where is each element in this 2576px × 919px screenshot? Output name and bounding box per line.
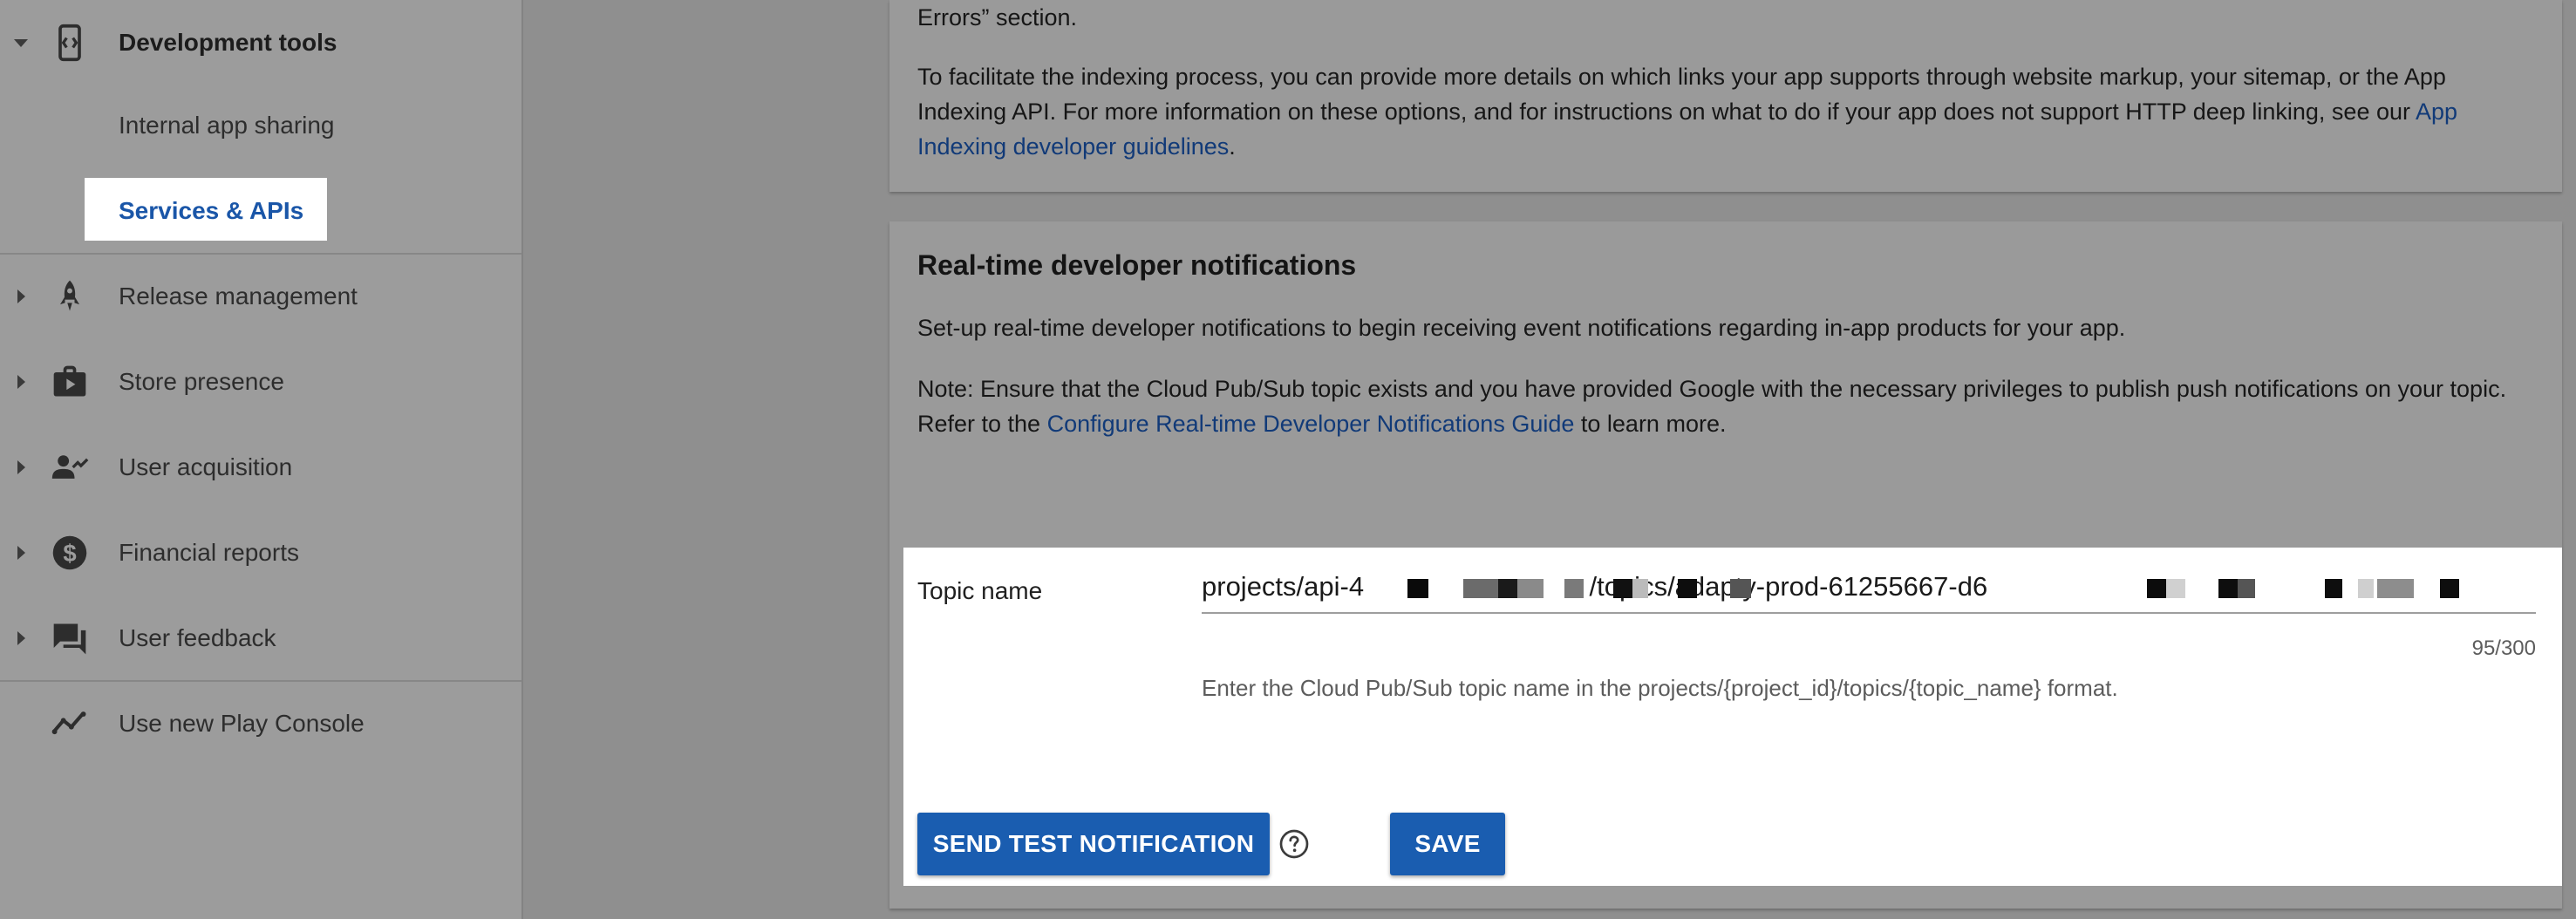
text-fragment: Errors” section. xyxy=(917,4,1078,31)
feedback-chat-icon xyxy=(49,617,91,659)
rtdn-guide-link[interactable]: Configure Real-time Developer Notificati… xyxy=(1047,411,1575,437)
topic-form-panel: Topic name 95/300 Enter the Cloud Pub/Su… xyxy=(903,548,2562,886)
rocket-icon xyxy=(49,276,91,317)
svg-text:$: $ xyxy=(63,540,76,567)
character-counter: 95/300 xyxy=(2471,636,2536,660)
sidebar: Development tools Internal app sharing S… xyxy=(0,0,523,919)
sidebar-item-label: Store presence xyxy=(119,368,284,395)
rtdn-note: Note: Ensure that the Cloud Pub/Sub topi… xyxy=(917,371,2527,441)
trending-line-icon xyxy=(49,703,91,745)
sidebar-item-label: Financial reports xyxy=(119,539,299,566)
sidebar-item-label: Release management xyxy=(119,283,358,310)
topic-name-label: Topic name xyxy=(917,577,1043,604)
app-indexing-card: Errors” section. To facilitate the index… xyxy=(889,0,2562,192)
store-bag-icon xyxy=(49,361,91,403)
sidebar-item-internal-app-sharing[interactable]: Internal app sharing xyxy=(119,112,335,140)
save-button[interactable]: SAVE xyxy=(1390,813,1505,875)
rtdn-title: Real-time developer notifications xyxy=(917,249,1357,281)
help-icon[interactable] xyxy=(1278,828,1310,860)
user-growth-icon xyxy=(49,446,91,488)
sidebar-item-store-presence[interactable]: Store presence xyxy=(0,339,521,425)
note-end: to learn more. xyxy=(1574,411,1727,437)
paragraph-end: . xyxy=(1229,133,1236,160)
sidebar-item-user-feedback[interactable]: User feedback xyxy=(0,596,521,681)
sidebar-item-label: Development tools xyxy=(119,29,337,56)
sidebar-item-label: Use new Play Console xyxy=(119,710,365,737)
app-indexing-paragraph: To facilitate the indexing process, you … xyxy=(917,59,2527,164)
sidebar-item-development-tools[interactable]: Development tools xyxy=(0,0,521,85)
sidebar-item-new-play-console[interactable]: Use new Play Console xyxy=(0,681,521,766)
caret-right-icon xyxy=(12,544,30,562)
caret-right-icon xyxy=(12,373,30,391)
sidebar-item-label: User feedback xyxy=(119,624,276,651)
sidebar-item-services-apis[interactable]: Services & APIs xyxy=(85,178,327,241)
caret-right-icon xyxy=(12,288,30,305)
rtdn-description: Set-up real-time developer notifications… xyxy=(917,315,2126,341)
topic-helper-text: Enter the Cloud Pub/Sub topic name in th… xyxy=(1202,675,2118,701)
dollar-circle-icon: $ xyxy=(49,532,91,574)
send-test-notification-button[interactable]: SEND TEST NOTIFICATION xyxy=(917,813,1270,875)
caret-down-icon xyxy=(12,34,30,51)
sidebar-item-user-acquisition[interactable]: User acquisition xyxy=(0,425,521,510)
sidebar-item-label: Services & APIs xyxy=(119,197,304,224)
sidebar-item-label: User acquisition xyxy=(119,453,293,480)
redaction-block xyxy=(2147,579,2459,598)
caret-right-icon xyxy=(12,630,30,647)
sidebar-item-financial-reports[interactable]: $ Financial reports xyxy=(0,510,521,596)
caret-right-icon xyxy=(12,459,30,476)
sidebar-item-release-management[interactable]: Release management xyxy=(0,254,521,339)
redaction-block xyxy=(1407,579,1751,598)
development-tools-icon xyxy=(49,22,91,64)
paragraph-text: To facilitate the indexing process, you … xyxy=(917,64,2446,125)
